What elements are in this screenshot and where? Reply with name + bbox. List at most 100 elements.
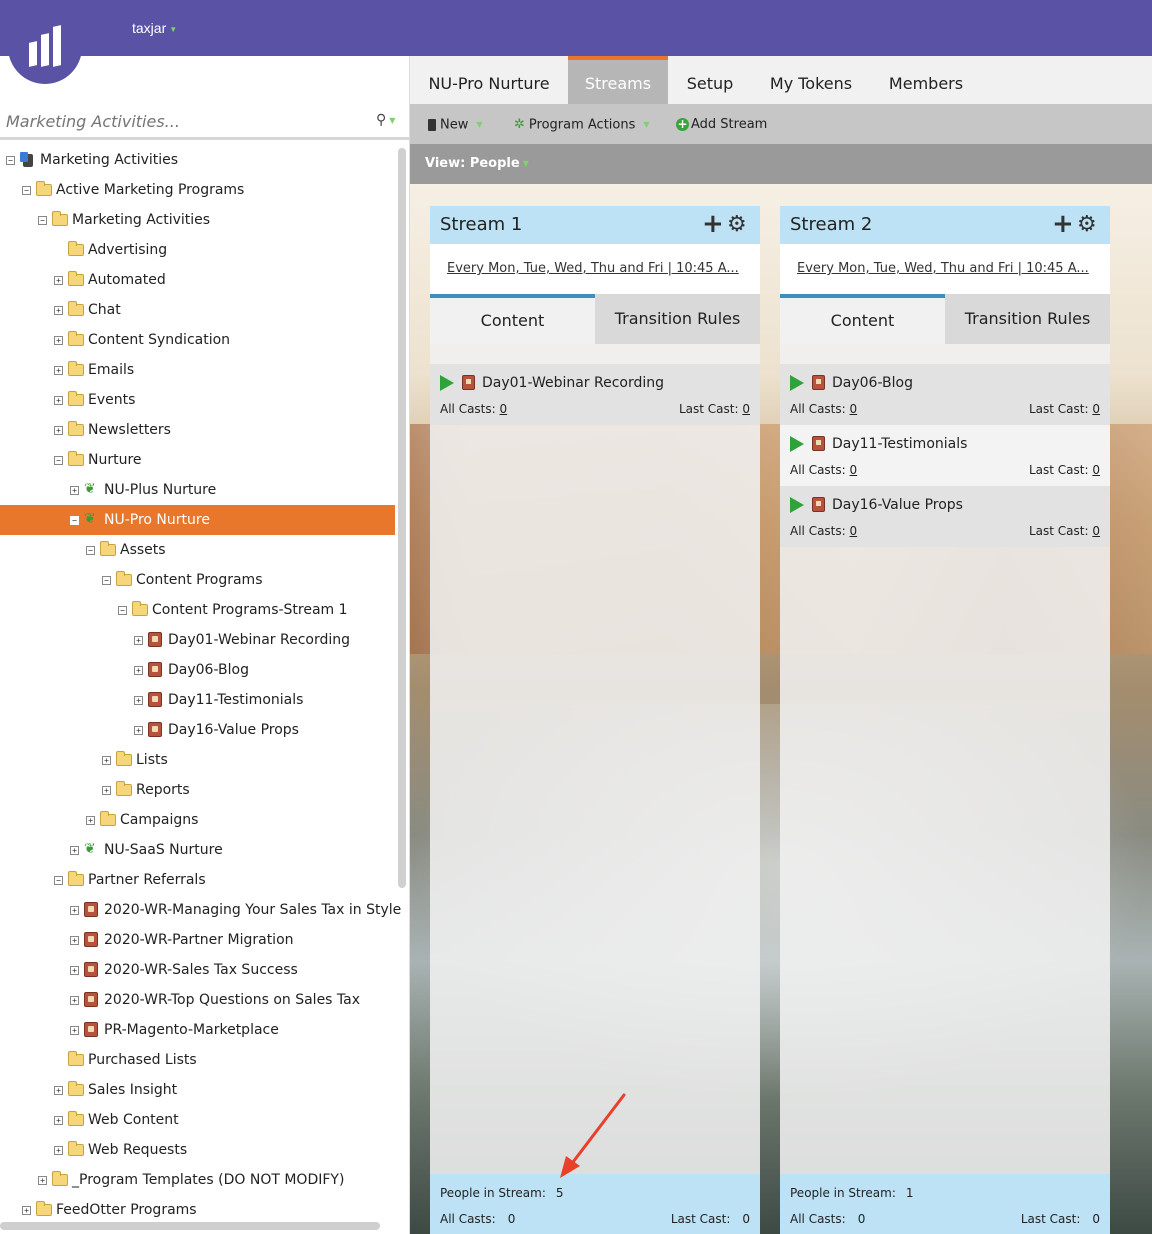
tab-streams[interactable]: Streams bbox=[568, 56, 668, 104]
tree-search-input[interactable] bbox=[6, 110, 366, 132]
tree-item[interactable]: − Marketing Activities bbox=[0, 205, 395, 235]
tree-item[interactable]: Purchased Lists bbox=[0, 1045, 395, 1075]
tree-item[interactable]: + Day06-Blog bbox=[0, 655, 395, 685]
all-casts-link[interactable]: 0 bbox=[850, 524, 858, 538]
tree-item[interactable]: + Events bbox=[0, 385, 395, 415]
plus-icon[interactable]: + bbox=[1052, 209, 1074, 239]
expand-icon[interactable]: + bbox=[38, 1176, 47, 1185]
tree-item[interactable]: + Day01-Webinar Recording bbox=[0, 625, 395, 655]
tree-item[interactable]: + _Program Templates (DO NOT MODIFY) bbox=[0, 1165, 395, 1195]
play-icon[interactable] bbox=[790, 375, 804, 391]
expand-icon[interactable]: + bbox=[70, 966, 79, 975]
tab-nu-pro-nurture[interactable]: NU-Pro Nurture bbox=[410, 56, 568, 104]
tree-item[interactable]: + Lists bbox=[0, 745, 395, 775]
account-switcher[interactable]: taxjar ▼ bbox=[132, 20, 177, 36]
expand-icon[interactable]: + bbox=[54, 1086, 63, 1095]
collapse-icon[interactable]: − bbox=[22, 186, 31, 195]
expand-icon[interactable]: + bbox=[70, 996, 79, 1005]
tab-content[interactable]: Content bbox=[780, 294, 945, 344]
stream-content-item[interactable]: Day06-Blog All Casts: 0 Last Cast: 0 bbox=[780, 364, 1110, 425]
search-options-icon[interactable]: ⚲ ▼ bbox=[376, 112, 395, 128]
last-cast-link[interactable]: 0 bbox=[742, 402, 750, 416]
tree-item[interactable]: − Nurture bbox=[0, 445, 395, 475]
tree-item[interactable]: + Reports bbox=[0, 775, 395, 805]
tree-item[interactable]: +2020-WR-Top Questions on Sales Tax bbox=[0, 985, 395, 1015]
tree-item[interactable]: − Marketing Activities bbox=[0, 145, 395, 175]
all-casts-link[interactable]: 0 bbox=[850, 402, 858, 416]
stream-content-item[interactable]: Day11-Testimonials All Casts: 0 Last Cas… bbox=[780, 425, 1110, 486]
expand-icon[interactable]: + bbox=[22, 1206, 31, 1215]
collapse-icon[interactable]: − bbox=[118, 606, 127, 615]
expand-icon[interactable]: + bbox=[54, 1146, 63, 1155]
all-casts-link[interactable]: 0 bbox=[850, 463, 858, 477]
collapse-icon[interactable]: − bbox=[86, 546, 95, 555]
tree-item[interactable]: Advertising bbox=[0, 235, 395, 265]
tree-item[interactable]: + Day16-Value Props bbox=[0, 715, 395, 745]
expand-icon[interactable]: + bbox=[70, 846, 79, 855]
expand-icon[interactable]: + bbox=[70, 936, 79, 945]
expand-icon[interactable]: + bbox=[134, 666, 143, 675]
schedule-link[interactable]: Every Mon, Tue, Wed, Thu and Fri | 10:45… bbox=[797, 261, 1089, 276]
new-button[interactable]: New ▼ bbox=[428, 104, 483, 144]
collapse-icon[interactable]: − bbox=[70, 516, 79, 525]
stream-content-item[interactable]: Day01-Webinar Recording All Casts: 0 Las… bbox=[430, 364, 760, 425]
tree-item[interactable]: + Campaigns bbox=[0, 805, 395, 835]
collapse-icon[interactable]: − bbox=[102, 576, 111, 585]
tab-members[interactable]: Members bbox=[870, 56, 982, 104]
tree-item[interactable]: − Partner Referrals bbox=[0, 865, 395, 895]
tree-horizontal-scrollbar[interactable] bbox=[0, 1222, 380, 1230]
tree-item[interactable]: + Day11-Testimonials bbox=[0, 685, 395, 715]
tab-content[interactable]: Content bbox=[430, 294, 595, 344]
plus-icon[interactable]: + bbox=[702, 209, 724, 239]
expand-icon[interactable]: + bbox=[54, 276, 63, 285]
expand-icon[interactable]: + bbox=[134, 726, 143, 735]
expand-icon[interactable]: + bbox=[54, 1116, 63, 1125]
tree-item[interactable]: + FeedOtter Programs bbox=[0, 1195, 395, 1225]
expand-icon[interactable]: + bbox=[54, 306, 63, 315]
expand-icon[interactable]: + bbox=[54, 366, 63, 375]
tab-my-tokens[interactable]: My Tokens bbox=[752, 56, 870, 104]
expand-icon[interactable]: + bbox=[134, 696, 143, 705]
expand-icon[interactable]: + bbox=[86, 816, 95, 825]
tree-item[interactable]: + Chat bbox=[0, 295, 395, 325]
expand-icon[interactable]: + bbox=[70, 1026, 79, 1035]
expand-icon[interactable]: + bbox=[70, 486, 79, 495]
tree-item[interactable]: +2020-WR-Sales Tax Success bbox=[0, 955, 395, 985]
expand-icon[interactable]: + bbox=[54, 426, 63, 435]
expand-icon[interactable]: + bbox=[70, 906, 79, 915]
tree-item[interactable]: +2020-WR-Partner Migration bbox=[0, 925, 395, 955]
collapse-icon[interactable]: − bbox=[38, 216, 47, 225]
play-icon[interactable] bbox=[440, 375, 454, 391]
last-cast-link[interactable]: 0 bbox=[1092, 463, 1100, 477]
tree-item[interactable]: + Emails bbox=[0, 355, 395, 385]
program-actions-button[interactable]: ✲ Program Actions ▼ bbox=[514, 104, 650, 144]
gear-icon[interactable]: ⚙ bbox=[727, 211, 747, 239]
all-casts-link[interactable]: 0 bbox=[500, 402, 508, 416]
tree-item[interactable]: + Newsletters bbox=[0, 415, 395, 445]
tree-item[interactable]: +2020-WR-Managing Your Sales Tax in Styl… bbox=[0, 895, 401, 925]
tree-item[interactable]: + ❦ NU-Plus Nurture bbox=[0, 475, 395, 505]
tree-item[interactable]: − Content Programs bbox=[0, 565, 395, 595]
tab-setup[interactable]: Setup bbox=[668, 56, 752, 104]
tree-item[interactable]: + Web Content bbox=[0, 1105, 395, 1135]
tree-item[interactable]: − ❦ NU-Pro Nurture bbox=[0, 505, 395, 535]
add-stream-button[interactable]: + Add Stream bbox=[676, 104, 767, 144]
expand-icon[interactable]: + bbox=[54, 396, 63, 405]
view-selector[interactable]: View: People ▼ bbox=[425, 156, 529, 171]
tree-item[interactable]: + ❦ NU-SaaS Nurture bbox=[0, 835, 395, 865]
expand-icon[interactable]: + bbox=[102, 786, 111, 795]
stream-content-item[interactable]: Day16-Value Props All Casts: 0 Last Cast… bbox=[780, 486, 1110, 547]
play-icon[interactable] bbox=[790, 497, 804, 513]
tree-item[interactable]: + Content Syndication bbox=[0, 325, 395, 355]
tree-vertical-scrollbar[interactable] bbox=[398, 148, 406, 888]
tree-item[interactable]: + Automated bbox=[0, 265, 395, 295]
tree-item[interactable]: + Sales Insight bbox=[0, 1075, 395, 1105]
expand-icon[interactable]: + bbox=[54, 336, 63, 345]
collapse-icon[interactable]: − bbox=[54, 876, 63, 885]
play-icon[interactable] bbox=[790, 436, 804, 452]
collapse-icon[interactable]: − bbox=[6, 156, 15, 165]
gear-icon[interactable]: ⚙ bbox=[1077, 211, 1097, 239]
schedule-link[interactable]: Every Mon, Tue, Wed, Thu and Fri | 10:45… bbox=[447, 261, 739, 276]
expand-icon[interactable]: + bbox=[134, 636, 143, 645]
tree-item[interactable]: − Content Programs-Stream 1 bbox=[0, 595, 395, 625]
